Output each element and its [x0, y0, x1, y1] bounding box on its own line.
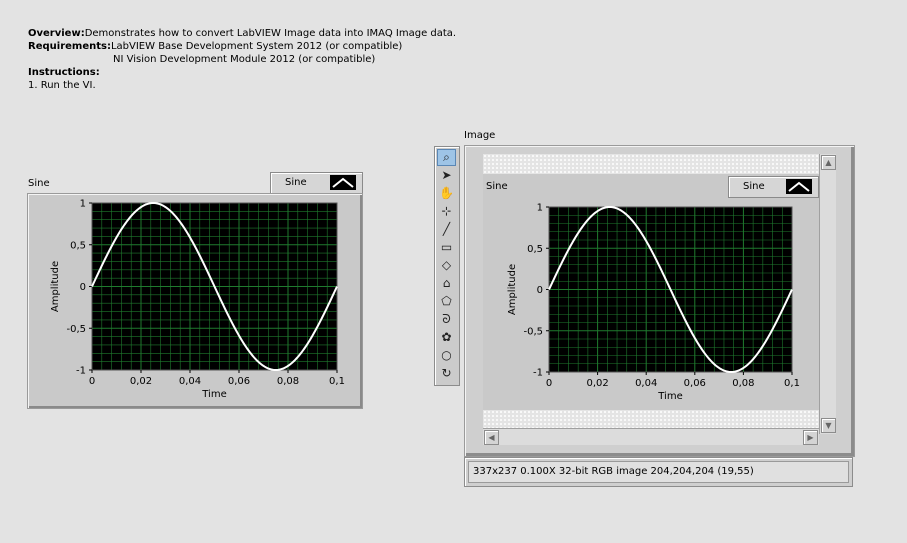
x-tick-label: 0,04 [179, 376, 201, 387]
y-axis-label: Amplitude [50, 261, 61, 312]
freehand-region-tool-icon[interactable]: ✿ [437, 329, 456, 346]
y-axis-label: Amplitude [507, 264, 518, 315]
y-tick-label: 0,5 [70, 240, 86, 251]
scroll-down-icon[interactable]: ▼ [821, 418, 836, 433]
x-axis-label: Time [201, 389, 226, 400]
image-display-label: Image [464, 130, 496, 141]
embedded-waveform-plot: 0 0,02 0,04 0,06 0,08 0,1 1 0,5 0 -0,5 -1 Time Ampli… [507, 203, 800, 403]
point-tool-icon[interactable]: ⊹ [437, 203, 456, 220]
waveform-graph-plot: 0 0,02 0,04 0,06 0,08 0,1 1 0,5 0 -0,5 -1 Time Ampli… [50, 199, 345, 401]
x-tick-label: 0,02 [130, 376, 152, 387]
image-info-bar: 337x237 0.100X 32-bit RGB image 204,204,… [464, 457, 853, 487]
requirements-label: Requirements: [28, 41, 111, 52]
y-tick-label: 1 [537, 203, 543, 214]
x-tick-label: 0,06 [684, 378, 706, 389]
embedded-graph-label: Sine [486, 181, 508, 192]
overview-label: Overview: [28, 28, 85, 39]
broken-line-tool-icon[interactable]: ↻ [437, 365, 456, 382]
requirements-line-1: LabVIEW Base Development System 2012 (or… [110, 41, 403, 52]
instructions-label: Instructions: [28, 67, 100, 78]
vertical-scrollbar[interactable]: ▲ ▼ [819, 154, 836, 434]
rotated-rectangle-tool-icon[interactable]: ◇ [437, 257, 456, 274]
x-tick-label: 0,1 [329, 376, 345, 387]
image-info-text: 337x237 0.100X 32-bit RGB image 204,204,… [473, 466, 754, 477]
x-tick-label: 0,04 [635, 378, 657, 389]
x-axis-label: Time [657, 391, 682, 402]
embedded-legend-plot-name: Sine [743, 181, 765, 192]
image-content: Sine Sine 0 0,02 0,04 0,06 0,08 0,1 1 0,5 0 -0,5 -… [483, 174, 819, 410]
horizontal-scrollbar[interactable]: ◀ ▶ [483, 428, 819, 445]
scroll-right-icon[interactable]: ▶ [803, 430, 818, 445]
image-border-top [483, 154, 819, 174]
line-tool-icon[interactable]: ╱ [437, 221, 456, 238]
embedded-plot-legend: Sine [728, 176, 819, 198]
image-canvas[interactable]: Sine Sine 0 0,02 0,04 0,06 0,08 0,1 1 0,5 0 -0,5 -… [483, 154, 819, 444]
image-tools-palette: ⌕ ➤ ✋ ⊹ ╱ ▭ ◇ ⌂ ⬠ ᘐ ✿ ○ ↻ [434, 146, 460, 386]
zoom-tool-icon[interactable]: ⌕ [437, 149, 456, 166]
requirements-line-2: NI Vision Development Module 2012 (or co… [113, 54, 376, 65]
polygon-tool-icon[interactable]: ⬠ [437, 293, 456, 310]
x-tick-label: 0,06 [228, 376, 250, 387]
embedded-legend-line-swatch-icon [786, 179, 812, 194]
y-tick-label: 0 [537, 285, 543, 296]
freehand-tool-icon[interactable]: ᘐ [437, 311, 456, 328]
x-tick-label: 0,1 [784, 378, 800, 389]
oval-tool-icon[interactable]: ○ [437, 347, 456, 364]
y-tick-label: -1 [76, 366, 86, 377]
y-tick-label: -0,5 [523, 326, 543, 337]
y-tick-label: 1 [80, 199, 86, 210]
x-tick-label: 0 [546, 378, 552, 389]
y-tick-label: 0,5 [527, 244, 543, 255]
y-tick-label: -1 [533, 368, 543, 379]
x-tick-label: 0,08 [732, 378, 754, 389]
rectangle-tool-icon[interactable]: ▭ [437, 239, 456, 256]
instructions-step-1: 1. Run the VI. [28, 80, 96, 91]
scroll-left-icon[interactable]: ◀ [484, 430, 499, 445]
x-tick-label: 0,08 [277, 376, 299, 387]
pan-tool-icon[interactable]: ✋ [437, 185, 456, 202]
scroll-up-icon[interactable]: ▲ [821, 155, 836, 170]
y-tick-label: -0,5 [66, 324, 86, 335]
graph-label: Sine [28, 178, 50, 189]
selection-tool-icon[interactable]: ➤ [437, 167, 456, 184]
legend-line-swatch-icon [330, 175, 356, 190]
image-display[interactable]: Sine Sine 0 0,02 0,04 0,06 0,08 0,1 1 0,5 0 -0,5 -… [464, 145, 855, 457]
legend-plot-name: Sine [285, 177, 307, 188]
overview-text: Demonstrates how to convert LabVIEW Imag… [84, 28, 457, 39]
vi-description: Overview:Demonstrates how to convert Lab… [28, 27, 456, 92]
x-tick-label: 0 [89, 376, 95, 387]
plot-legend[interactable]: Sine [270, 172, 363, 194]
y-tick-label: 0 [80, 282, 86, 293]
x-tick-label: 0,02 [586, 378, 608, 389]
waveform-graph[interactable]: 0 0,02 0,04 0,06 0,08 0,1 1 0,5 0 -0,5 -1 Time Ampli… [27, 193, 363, 409]
annulus-tool-icon[interactable]: ⌂ [437, 275, 456, 292]
